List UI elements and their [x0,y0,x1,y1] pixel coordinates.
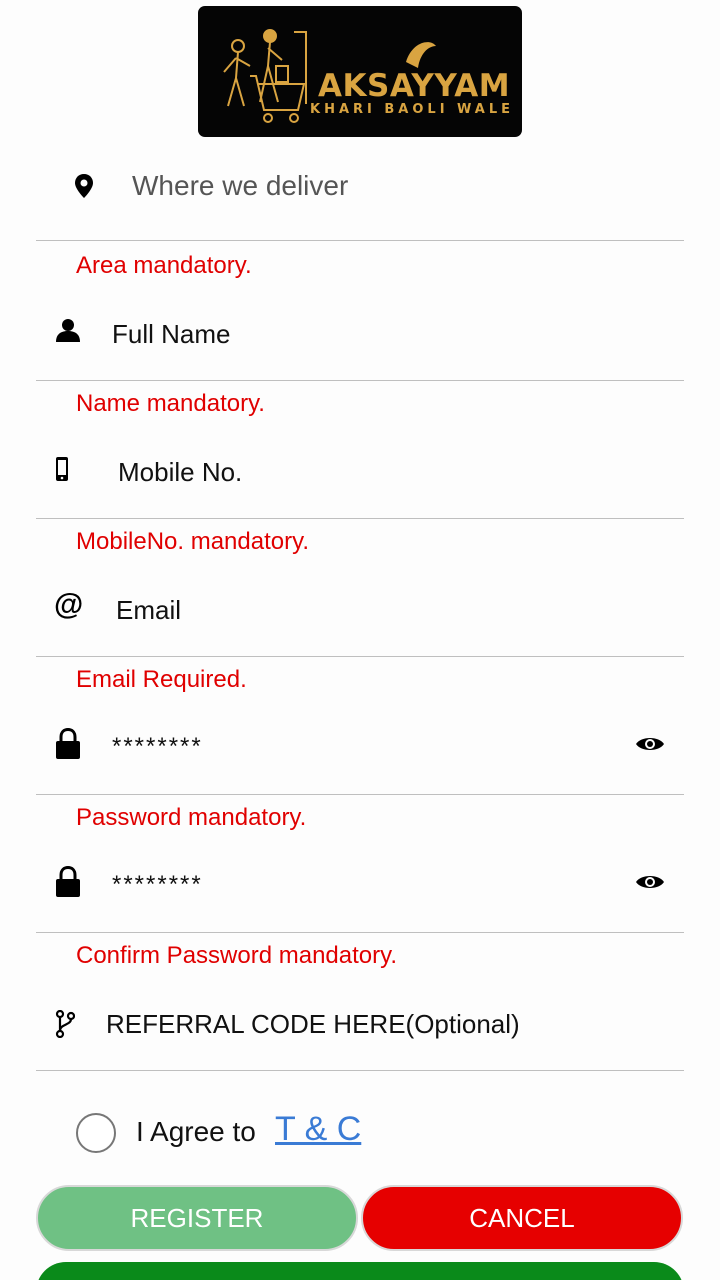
person-icon [56,319,80,342]
area-input[interactable]: Where we deliver [132,170,348,202]
area-error: Area mandatory. [76,252,252,279]
email-input[interactable]: Email [116,595,181,626]
branch-icon [55,1010,75,1038]
name-error: Name mandatory. [76,390,265,417]
lock-icon [56,866,80,897]
brand-logo: AKSAYYAM KHARI BAOLI WALE [198,6,522,137]
agree-label: I Agree to [136,1116,256,1147]
password-underline [36,794,684,795]
area-underline [36,240,684,241]
confirm-password-input[interactable]: ******** [112,871,203,899]
eye-icon[interactable] [635,873,665,891]
confirm-password-error: Confirm Password mandatory. [76,942,397,969]
register-button[interactable]: REGISTER [36,1185,358,1251]
confirm-password-underline [36,932,684,933]
mobile-error: MobileNo. mandatory. [76,528,309,555]
email-underline [36,656,684,657]
full-name-input[interactable]: Full Name [112,319,230,350]
name-underline [36,380,684,381]
lock-icon [56,728,80,759]
at-sign-icon: @ [54,588,84,621]
referral-code-input[interactable]: REFERRAL CODE HERE(Optional) [106,1009,520,1040]
mobile-input[interactable]: Mobile No. [118,457,242,488]
eye-icon[interactable] [635,735,665,753]
cancel-button[interactable]: CANCEL [361,1185,683,1251]
mobile-underline [36,518,684,519]
password-input[interactable]: ******** [112,733,203,761]
referral-underline [36,1070,684,1071]
brand-title: AKSAYYAM [318,68,511,104]
location-pin-icon [75,174,93,198]
password-error: Password mandatory. [76,804,307,831]
email-error: Email Required. [76,666,247,693]
brand-subtitle: KHARI BAOLI WALE [310,102,515,117]
mobile-phone-icon [56,457,68,481]
terms-link[interactable]: T & C [275,1110,361,1149]
agree-radio[interactable] [76,1113,116,1153]
bottom-action-button[interactable] [36,1262,684,1280]
